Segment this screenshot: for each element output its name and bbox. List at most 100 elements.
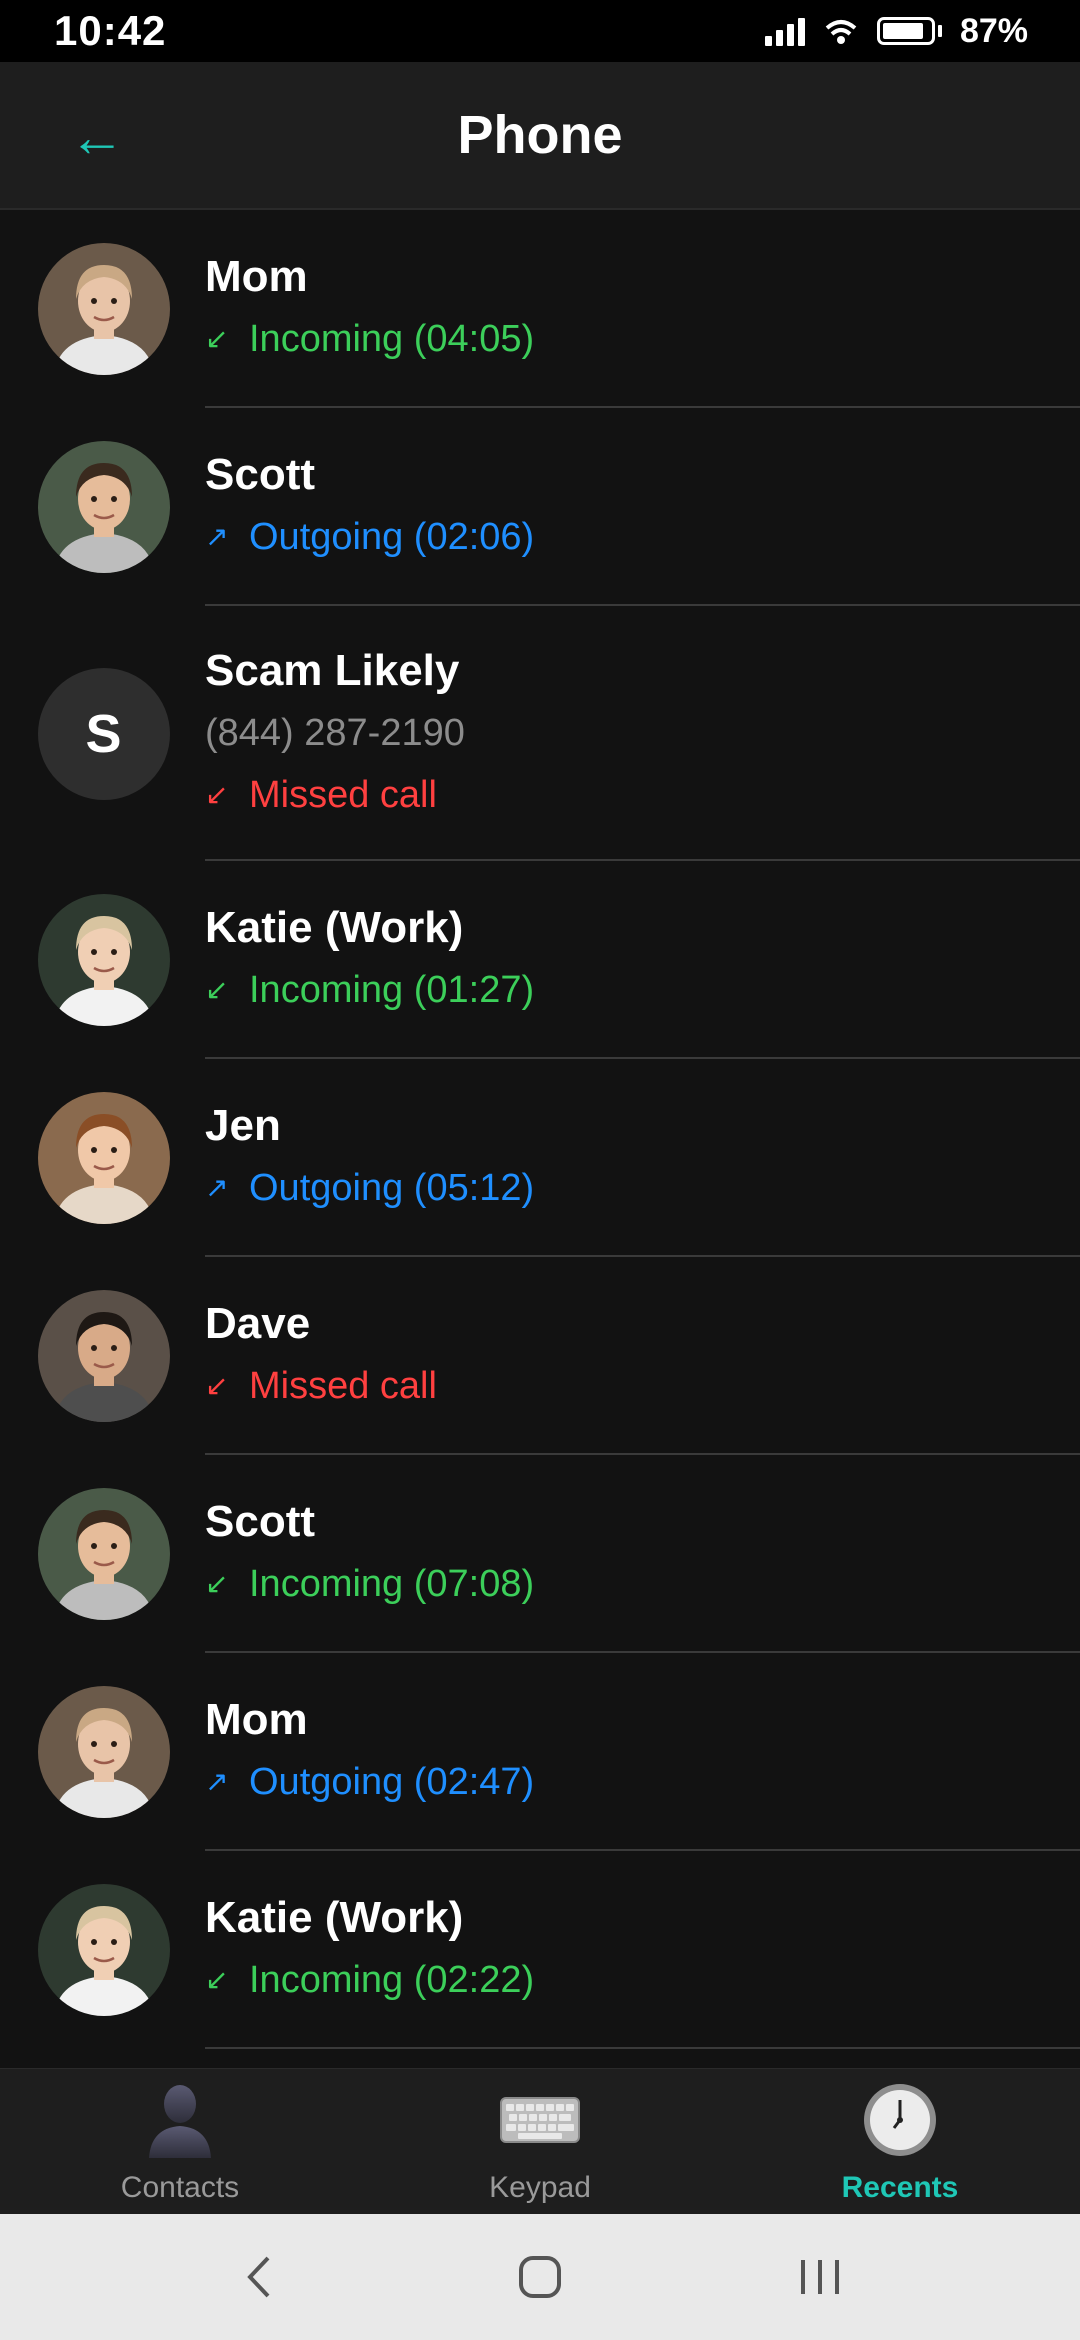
tab-keypad-label: Keypad	[489, 2171, 591, 2204]
contact-name: Scott	[205, 450, 315, 499]
call-status-text: Incoming (01:27)	[249, 969, 535, 1011]
contact-name: Mom	[205, 252, 308, 301]
system-nav-bar	[0, 2214, 1080, 2340]
avatar[interactable]	[37, 1092, 170, 1224]
call-status-text: Incoming (02:22)	[249, 1959, 535, 2001]
outgoing-call-icon: ↗	[205, 1172, 229, 1203]
avatar[interactable]	[37, 1290, 170, 1422]
call-status: ↙ Incoming (01:27)	[205, 962, 1080, 1018]
status-time: 10:42	[54, 7, 167, 54]
avatar[interactable]	[37, 894, 170, 1026]
nav-back-button[interactable]	[220, 2237, 300, 2317]
missed-call-icon: ↙	[205, 1370, 229, 1401]
avatar-container	[0, 210, 205, 408]
wifi-icon	[825, 20, 857, 44]
nav-recents-button[interactable]	[780, 2237, 860, 2317]
call-status-text: Missed call	[249, 773, 437, 816]
avatar-container	[0, 1653, 205, 1851]
avatar-container	[0, 1059, 205, 1257]
avatar-container	[0, 1257, 205, 1455]
missed-call-icon: ↙	[205, 778, 229, 810]
tab-recents[interactable]: Recents	[720, 2069, 1080, 2214]
outgoing-call-icon: ↗	[205, 1766, 229, 1797]
contact-name: Katie (Work)	[205, 903, 464, 952]
avatar-container	[0, 861, 205, 1059]
back-arrow-icon: ←	[69, 105, 125, 168]
call-status: ↗ Outgoing (02:47)	[205, 1754, 1080, 1810]
call-details: Scam Likely (844) 287-2190 ↙ Missed call	[205, 606, 1080, 861]
avatar-container	[0, 408, 205, 606]
avatar-container	[0, 1455, 205, 1653]
nav-back-icon	[247, 2256, 270, 2298]
back-button[interactable]: ←	[62, 102, 132, 172]
avatar[interactable]	[37, 441, 170, 573]
status-bar: 10:42 87%	[0, 0, 1080, 62]
tab-contacts[interactable]: Contacts	[0, 2069, 360, 2214]
nav-home-icon	[519, 2256, 561, 2298]
phone-screen: 10:42 87% ← Phone Mom ↙ Incoming (04:05) Sc…	[0, 0, 1080, 2340]
call-log-item[interactable]: Dave ↙ Missed call	[0, 1257, 1080, 1455]
call-details: Mom ↙ Incoming (04:05)	[205, 210, 1080, 408]
avatar[interactable]	[37, 243, 170, 375]
contact-name: Scam Likely	[205, 645, 460, 695]
avatar-container	[0, 1851, 205, 2049]
call-log-item[interactable]: Mom ↗ Outgoing (02:47)	[0, 1653, 1080, 1851]
contact-name: Jen	[205, 1101, 281, 1150]
nav-home-button[interactable]	[500, 2237, 580, 2317]
call-log-item[interactable]: Katie (Work) ↙ Incoming (02:22)	[0, 1851, 1080, 2049]
contact-name: Dave	[205, 1299, 311, 1348]
avatar-letter: S	[85, 703, 122, 764]
call-details: Dave ↙ Missed call	[205, 1257, 1080, 1455]
incoming-call-icon: ↙	[205, 974, 229, 1005]
call-log-list: Mom ↙ Incoming (04:05) Scott ↗ Outgoing (02:0…	[0, 210, 1080, 2068]
avatar[interactable]	[37, 1884, 170, 2016]
call-status-text: Incoming (04:05)	[249, 318, 535, 360]
incoming-call-icon: ↙	[205, 1964, 229, 1995]
signal-icon	[764, 16, 805, 46]
avatar[interactable]	[37, 1488, 170, 1620]
call-status: ↙ Incoming (04:05)	[205, 311, 1080, 367]
keyboard-icon	[500, 2077, 580, 2163]
nav-recents-icon	[801, 2260, 839, 2294]
status-icons: 87%	[764, 11, 1028, 51]
clock-icon	[862, 2077, 938, 2163]
call-status: ↙ Incoming (07:08)	[205, 1556, 1080, 1612]
tab-contacts-label: Contacts	[120, 2171, 240, 2204]
phone-number: (844) 287-2190	[205, 711, 465, 754]
bottom-tab-bar: Contacts Keypad Recents	[0, 2068, 1080, 2214]
call-log-item[interactable]: Katie (Work) ↙ Incoming (01:27)	[0, 861, 1080, 1059]
call-details: Mom ↗ Outgoing (02:47)	[205, 1653, 1080, 1851]
app-header: ← Phone	[0, 62, 1080, 210]
call-status-text: Missed call	[249, 1365, 437, 1407]
call-log-item[interactable]: Scott ↗ Outgoing (02:06)	[0, 408, 1080, 606]
call-details: Katie (Work) ↙ Incoming (01:27)	[205, 861, 1080, 1059]
contact-name: Katie (Work)	[205, 1893, 464, 1942]
call-status-text: Outgoing (02:47)	[249, 1761, 535, 1803]
call-status-text: Incoming (07:08)	[249, 1563, 535, 1605]
contact-name: Scott	[205, 1497, 315, 1546]
tab-keypad[interactable]: Keypad	[360, 2069, 720, 2214]
person-icon	[145, 2077, 215, 2163]
tab-recents-label: Recents	[841, 2171, 959, 2204]
call-status-text: Outgoing (05:12)	[249, 1167, 535, 1209]
incoming-call-icon: ↙	[205, 323, 229, 354]
call-status: ↗ Outgoing (05:12)	[205, 1160, 1080, 1216]
avatar-container: S	[0, 606, 205, 861]
call-status: ↙ Missed call	[205, 1358, 1080, 1414]
call-details: Scott ↗ Outgoing (02:06)	[205, 408, 1080, 606]
call-details: Scott ↙ Incoming (07:08)	[205, 1455, 1080, 1653]
call-log-item[interactable]: Scott ↙ Incoming (07:08)	[0, 1455, 1080, 1653]
contact-name: Mom	[205, 1695, 308, 1744]
outgoing-call-icon: ↗	[205, 521, 229, 552]
call-log-item[interactable]: S Scam Likely (844) 287-2190 ↙ Missed call	[0, 606, 1080, 861]
avatar[interactable]	[37, 1686, 170, 1818]
battery-percent: 87%	[959, 11, 1028, 50]
call-log-item[interactable]: Jen ↗ Outgoing (05:12)	[0, 1059, 1080, 1257]
call-log-item[interactable]: Mom ↙ Incoming (04:05)	[0, 210, 1080, 408]
call-status-text: Outgoing (02:06)	[249, 516, 535, 558]
call-status: ↙ Incoming (02:22)	[205, 1952, 1080, 2008]
call-details: Jen ↗ Outgoing (05:12)	[205, 1059, 1080, 1257]
call-status: ↙ Missed call	[205, 767, 1080, 823]
call-details: Katie (Work) ↙ Incoming (02:22)	[205, 1851, 1080, 2049]
avatar[interactable]: S	[37, 667, 170, 800]
